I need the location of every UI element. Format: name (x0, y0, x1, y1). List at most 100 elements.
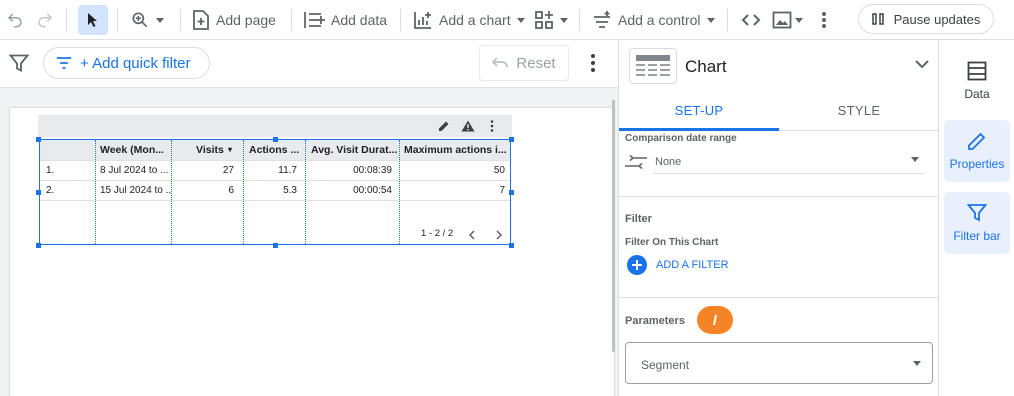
add-page-icon (193, 10, 209, 30)
top-toolbar: Add page Add data Add a chart Add a cont… (0, 0, 1014, 40)
row-index: 1. (46, 165, 55, 176)
properties-tabs: SET-UP STYLE (619, 90, 939, 131)
filter-icon (967, 204, 987, 222)
rail-properties-button[interactable]: Properties (944, 120, 1010, 182)
cell-week: 15 Jul 2024 to ... (100, 185, 172, 196)
add-data-label: Add data (331, 12, 388, 28)
resize-handle[interactable] (36, 243, 41, 248)
sort-desc-icon: ▾ (228, 145, 233, 154)
resize-handle[interactable] (509, 190, 514, 195)
row-divider (40, 200, 510, 201)
more-vert-icon[interactable] (490, 120, 494, 132)
add-component-button[interactable] (534, 5, 568, 35)
chevron-down-icon (795, 17, 803, 23)
edit-pencil-icon[interactable] (438, 120, 450, 132)
image-button[interactable] (772, 5, 803, 35)
add-control-button[interactable]: Add a control (592, 5, 715, 35)
toolbar-divider (117, 9, 118, 31)
data-table[interactable]: Week (Mon... Visits ▾ Actions ... Avg. V… (39, 139, 511, 245)
segment-select[interactable]: Segment (625, 342, 933, 384)
parameters-section-title: Parameters (625, 315, 685, 327)
rail-filter-bar-button[interactable]: Filter bar (944, 192, 1010, 254)
cell-max-actions: 7 (499, 185, 505, 196)
column-guide (171, 140, 172, 244)
image-icon (772, 11, 792, 29)
resize-handle[interactable] (36, 190, 41, 195)
column-guide (399, 140, 400, 244)
reset-button[interactable]: Reset (479, 45, 569, 81)
add-quick-filter-label: + Add quick filter (80, 54, 191, 72)
toolbar-divider (66, 9, 67, 31)
table-chart-type-icon[interactable] (629, 48, 677, 84)
add-filter-button[interactable]: ADD A FILTER (627, 255, 797, 275)
data-table-icon (967, 61, 987, 81)
chart-type-title: Chart (685, 57, 727, 76)
section-divider (619, 297, 939, 298)
add-data-button[interactable]: Add data (303, 5, 387, 35)
chevron-down-icon (516, 17, 525, 23)
header-week[interactable]: Week (Mon... (100, 144, 164, 156)
column-guide (95, 140, 96, 244)
filter-on-chart-label: Filter On This Chart (625, 237, 719, 248)
add-quick-filter-button[interactable]: + Add quick filter (43, 47, 210, 79)
toolbar-divider (727, 9, 728, 31)
add-control-label: Add a control (618, 12, 701, 28)
rail-properties-label: Properties (949, 157, 1005, 171)
add-chart-label: Add a chart (439, 12, 511, 28)
column-guide (305, 140, 306, 244)
canvas-scrollbar[interactable] (612, 100, 615, 352)
redo-icon[interactable] (34, 6, 56, 34)
pause-icon (871, 13, 884, 25)
chevron-right-icon[interactable] (495, 230, 503, 240)
header-max-actions[interactable]: Maximum actions i... (404, 144, 507, 156)
select-tool-button[interactable] (78, 5, 108, 35)
header-visits[interactable]: Visits (196, 144, 224, 156)
resize-handle[interactable] (509, 137, 514, 142)
add-chart-icon (414, 12, 431, 29)
header-avg-visit-duration[interactable]: Avg. Visit Durat... (311, 144, 397, 156)
toolbar-divider (291, 9, 292, 31)
embed-code-icon[interactable] (740, 6, 762, 34)
cursor-arrow-icon (88, 13, 97, 27)
add-filter-label: ADD A FILTER (656, 259, 729, 271)
pause-updates-button[interactable]: Pause updates (858, 4, 994, 34)
row-index: 2. (46, 185, 55, 196)
more-vert-icon[interactable] (814, 6, 834, 34)
dropdown-arrow-icon (913, 361, 921, 366)
cell-actions: 11.7 (278, 165, 297, 176)
resize-handle[interactable] (273, 137, 278, 142)
add-chart-button[interactable]: Add a chart (413, 5, 525, 35)
header-actions[interactable]: Actions ... (249, 144, 299, 156)
more-vert-icon[interactable] (590, 53, 596, 73)
rail-filter-bar-label: Filter bar (953, 229, 1001, 243)
filter-list-icon (57, 57, 71, 69)
comparison-date-range-label: Comparison date range (625, 133, 737, 144)
chevron-down-icon (706, 17, 715, 23)
warning-icon[interactable] (461, 120, 475, 132)
chevron-down-icon (560, 17, 568, 23)
active-tab-indicator (619, 128, 779, 131)
column-guide (243, 140, 244, 244)
add-page-button[interactable]: Add page (192, 5, 276, 35)
toolbar-divider (579, 9, 580, 31)
rail-data-button[interactable]: Data (944, 50, 1010, 112)
side-rail: Data Properties Filter bar (938, 40, 1014, 396)
chevron-down-icon[interactable] (915, 60, 929, 69)
cell-max-actions: 50 (493, 165, 505, 176)
resize-handle[interactable] (36, 137, 41, 142)
resize-handle[interactable] (273, 243, 278, 248)
rail-data-label: Data (964, 87, 990, 101)
reset-label: Reset (516, 54, 556, 72)
toolbar-divider (180, 9, 181, 31)
chevron-left-icon[interactable] (468, 230, 476, 240)
row-divider (40, 180, 510, 181)
comparison-date-range-select[interactable]: None (653, 150, 925, 174)
tab-setup[interactable]: SET-UP (619, 90, 779, 131)
cell-visits: 27 (222, 165, 234, 176)
zoom-button[interactable] (130, 5, 164, 35)
filter-icon[interactable] (9, 54, 29, 72)
cell-actions: 5.3 (283, 185, 297, 196)
resize-handle[interactable] (509, 243, 514, 248)
undo-icon[interactable] (4, 6, 26, 34)
tab-style[interactable]: STYLE (779, 90, 939, 131)
